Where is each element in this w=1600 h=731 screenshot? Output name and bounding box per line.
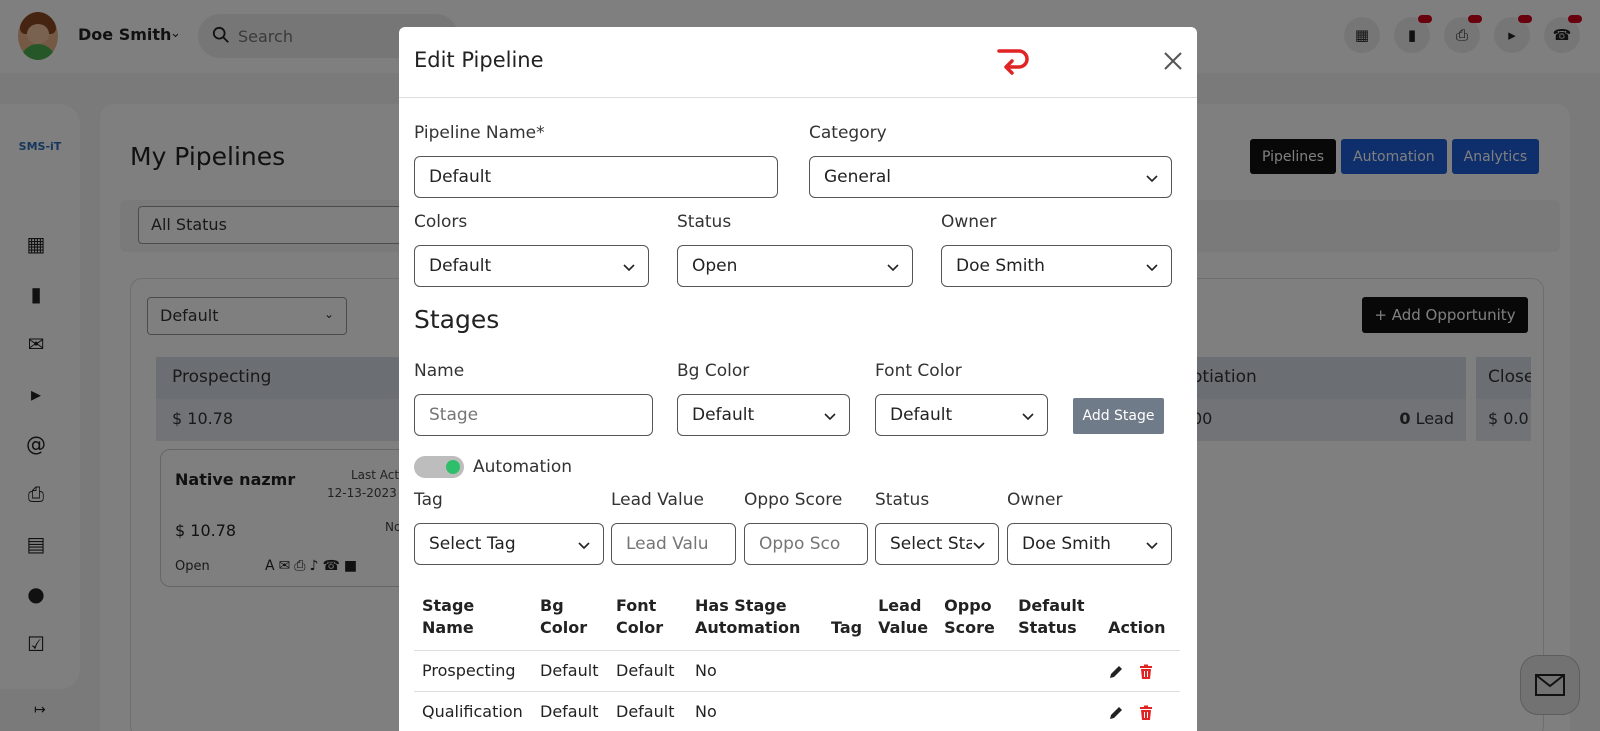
lead-value-cell [870, 691, 937, 731]
bg-color-cell: Default [532, 650, 608, 692]
tag-value: Select Tag [429, 534, 516, 554]
font-color-label: Font Color [875, 361, 962, 381]
category-label: Category [809, 123, 887, 143]
column-header: Action [1100, 589, 1180, 651]
pipeline-name-value: Default [429, 167, 492, 187]
default-status-cell [1010, 691, 1101, 731]
column-header: Lead Value [870, 589, 937, 651]
automation-toggle[interactable] [414, 456, 464, 478]
stage-name-cell: Qualification [414, 691, 532, 731]
font-color-value: Default [890, 405, 953, 425]
stage-name-cell: Prospecting [414, 650, 532, 692]
status-label: Status [677, 212, 732, 232]
edit-pipeline-modal: Edit Pipeline Pipeline Name* Default Cat… [399, 27, 1197, 731]
stage-status-label: Status [875, 490, 930, 510]
table-row: Qualification Default Default No [414, 691, 1180, 731]
bg-color-value: Default [692, 405, 755, 425]
stages-title: Stages [414, 305, 500, 334]
colors-label: Colors [414, 212, 468, 232]
automation-cell: No [687, 650, 823, 692]
tag-label: Tag [414, 490, 443, 510]
chevron-down-icon [578, 542, 590, 550]
pencil-icon[interactable] [1108, 705, 1124, 721]
bg-color-label: Bg Color [677, 361, 750, 381]
stage-name-label: Name [414, 361, 465, 381]
column-header: Oppo Score [936, 589, 1011, 651]
chevron-down-icon [972, 538, 986, 552]
stage-owner-label: Owner [1007, 490, 1063, 510]
oppo-score-cell [936, 691, 1011, 731]
pipeline-name-input[interactable]: Default [414, 156, 778, 198]
default-status-cell [1010, 650, 1101, 692]
column-header: Bg Color [532, 589, 608, 651]
stage-name-input[interactable] [414, 394, 653, 436]
chevron-down-icon [1146, 175, 1158, 183]
owner-value: Doe Smith [956, 256, 1045, 276]
oppo-score-cell [936, 650, 1011, 692]
close-icon[interactable] [1161, 49, 1185, 73]
font-color-cell: Default [608, 691, 687, 731]
trash-icon[interactable] [1138, 664, 1154, 680]
chevron-down-icon [1146, 542, 1158, 550]
bg-color-select[interactable]: Default [677, 394, 850, 436]
font-color-select[interactable]: Default [875, 394, 1048, 436]
column-header: Default Status [1010, 589, 1101, 651]
status-select[interactable]: Open [677, 245, 913, 287]
chevron-down-icon [824, 413, 836, 421]
trash-icon[interactable] [1138, 705, 1154, 721]
colors-value: Default [429, 256, 492, 276]
lead-value-input[interactable] [611, 523, 736, 565]
stage-status-select[interactable]: Select Sta [875, 523, 999, 565]
stage-owner-select[interactable]: Doe Smith [1007, 523, 1172, 565]
pencil-icon[interactable] [1108, 664, 1124, 680]
chevron-down-icon [1146, 264, 1158, 272]
chevron-down-icon [887, 264, 899, 272]
stage-owner-value: Doe Smith [1022, 534, 1111, 554]
modal-title: Edit Pipeline [414, 48, 544, 72]
bg-color-cell: Default [532, 691, 608, 731]
add-stage-button[interactable]: Add Stage [1073, 398, 1164, 434]
automation-label: Automation [473, 457, 573, 477]
status-value: Open [692, 256, 738, 276]
stages-table: Stage Name Bg Color Font Color Has Stage… [414, 589, 1180, 731]
oppo-score-label: Oppo Score [744, 490, 843, 510]
undo-icon[interactable] [995, 45, 1031, 77]
column-header: Font Color [608, 589, 687, 651]
action-cell [1100, 650, 1180, 692]
tag-cell [823, 691, 871, 731]
stage-status-value: Select Sta [890, 534, 976, 554]
oppo-score-input[interactable] [744, 523, 868, 565]
tag-select[interactable]: Select Tag [414, 523, 604, 565]
column-header: Tag [823, 589, 871, 651]
table-header-row: Stage Name Bg Color Font Color Has Stage… [414, 589, 1180, 651]
table-row: Prospecting Default Default No [414, 650, 1180, 692]
owner-select[interactable]: Doe Smith [941, 245, 1172, 287]
column-header: Stage Name [414, 589, 532, 651]
pipeline-name-label: Pipeline Name* [414, 123, 545, 143]
lead-value-label: Lead Value [611, 490, 704, 510]
chevron-down-icon [1022, 413, 1034, 421]
action-cell [1100, 691, 1180, 731]
lead-value-cell [870, 650, 937, 692]
colors-select[interactable]: Default [414, 245, 649, 287]
chevron-down-icon [623, 264, 635, 272]
owner-label: Owner [941, 212, 997, 232]
tag-cell [823, 650, 871, 692]
modal-header: Edit Pipeline [399, 27, 1197, 98]
font-color-cell: Default [608, 650, 687, 692]
category-value: General [824, 167, 891, 187]
category-select[interactable]: General [809, 156, 1172, 198]
column-header: Has Stage Automation [687, 589, 823, 651]
automation-cell: No [687, 691, 823, 731]
